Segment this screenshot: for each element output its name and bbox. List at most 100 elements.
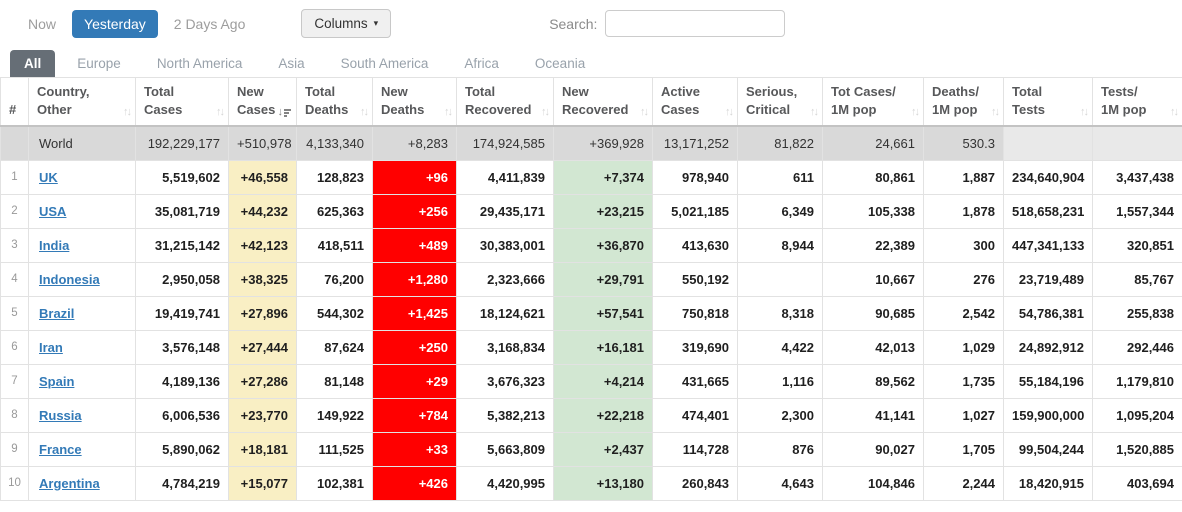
country-link[interactable]: Brazil (39, 306, 74, 321)
country-link[interactable]: UK (39, 170, 58, 185)
region-tab-south-america[interactable]: South America (327, 50, 443, 77)
column-header-new-recovered[interactable]: NewRecovered↑↓ (554, 78, 653, 127)
stat-cell: 41,141 (823, 398, 924, 432)
stat-cell: 90,685 (823, 296, 924, 330)
stat-cell: 1,179,810 (1093, 364, 1182, 398)
column-label: Serious, (746, 83, 797, 101)
stat-cell: 89,562 (823, 364, 924, 398)
stat-cell: 255,838 (1093, 296, 1182, 330)
time-tab-yesterday[interactable]: Yesterday (72, 10, 158, 38)
stat-cell: 55,184,196 (1004, 364, 1093, 398)
stat-cell: +57,541 (554, 296, 653, 330)
time-tab-group: NowYesterday2 Days Ago (16, 10, 261, 38)
stat-cell: 403,694 (1093, 466, 1182, 500)
column-header-total-deaths[interactable]: TotalDeaths↑↓ (297, 78, 373, 127)
stat-cell: +16,181 (554, 330, 653, 364)
stat-cell: 2,244 (924, 466, 1004, 500)
stat-cell: 22,389 (823, 228, 924, 262)
stat-cell: +1,425 (373, 296, 457, 330)
country-link[interactable]: Russia (39, 408, 82, 423)
stat-cell: +27,896 (229, 296, 297, 330)
stat-cell: 30,383,001 (457, 228, 554, 262)
country-cell: Indonesia (29, 262, 136, 296)
stat-cell: 750,818 (653, 296, 738, 330)
stat-cell: +13,180 (554, 466, 653, 500)
country-cell: World (29, 126, 136, 160)
stat-cell: 4,189,136 (136, 364, 229, 398)
stat-cell: 625,363 (297, 194, 373, 228)
column-header-total-tests[interactable]: TotalTests↑↓ (1004, 78, 1093, 127)
stat-cell: 99,504,244 (1004, 432, 1093, 466)
column-header-total-recovered[interactable]: TotalRecovered↑↓ (457, 78, 554, 127)
country-link[interactable]: India (39, 238, 69, 253)
country-link[interactable]: Iran (39, 340, 63, 355)
stat-cell: 1,887 (924, 160, 1004, 194)
time-tab-now[interactable]: Now (16, 10, 68, 38)
table-head: #Country,Other↑↓TotalCases↑↓NewCases↓Tot… (1, 78, 1182, 127)
column-header-tot-cases-1m-pop[interactable]: Tot Cases/1M pop↑↓ (823, 78, 924, 127)
time-tab-2-days-ago[interactable]: 2 Days Ago (162, 10, 258, 38)
column-header-total-cases[interactable]: TotalCases↑↓ (136, 78, 229, 127)
stat-cell: +489 (373, 228, 457, 262)
column-label: New (237, 83, 275, 101)
column-header-new-deaths[interactable]: NewDeaths↑↓ (373, 78, 457, 127)
region-tab-europe[interactable]: Europe (63, 50, 135, 77)
column-header-country-other[interactable]: Country,Other↑↓ (29, 78, 136, 127)
stat-cell: 5,663,809 (457, 432, 554, 466)
stat-cell: 24,661 (823, 126, 924, 160)
stat-cell: 18,124,621 (457, 296, 554, 330)
column-header-serious-critical[interactable]: Serious,Critical↑↓ (738, 78, 823, 127)
rank-cell: 6 (1, 330, 29, 364)
column-header-new-cases[interactable]: NewCases↓ (229, 78, 297, 127)
sort-toggle-icon: ↑↓ (808, 106, 817, 118)
search-input[interactable] (605, 10, 785, 37)
country-link[interactable]: Spain (39, 374, 74, 389)
stat-cell: 544,302 (297, 296, 373, 330)
table-row: 5Brazil19,419,741+27,896544,302+1,42518,… (1, 296, 1182, 330)
stat-cell: +784 (373, 398, 457, 432)
stat-cell: 102,381 (297, 466, 373, 500)
sort-toggle-icon: ↑↓ (638, 106, 647, 118)
stat-cell: 54,786,381 (1004, 296, 1093, 330)
country-link[interactable]: Argentina (39, 476, 100, 491)
region-tab-north-america[interactable]: North America (143, 50, 257, 77)
stat-cell: 192,229,177 (136, 126, 229, 160)
rank-cell: 9 (1, 432, 29, 466)
stat-cell: +8,283 (373, 126, 457, 160)
table-row: 8Russia6,006,536+23,770149,922+7845,382,… (1, 398, 1182, 432)
column-header-tests-1m-pop[interactable]: Tests/1M pop↑↓ (1093, 78, 1182, 127)
stat-cell: 80,861 (823, 160, 924, 194)
country-link[interactable]: USA (39, 204, 66, 219)
covid-stats-table: #Country,Other↑↓TotalCases↑↓NewCases↓Tot… (0, 77, 1182, 501)
stat-cell (1093, 126, 1182, 160)
country-link[interactable]: Indonesia (39, 272, 100, 287)
column-label: Tests (1012, 101, 1045, 119)
country-cell: USA (29, 194, 136, 228)
table-row: 4Indonesia2,950,058+38,32576,200+1,2802,… (1, 262, 1182, 296)
country-cell: Argentina (29, 466, 136, 500)
country-cell: France (29, 432, 136, 466)
stat-cell: 4,411,839 (457, 160, 554, 194)
search-label: Search: (549, 16, 597, 32)
column-label: Other (37, 101, 89, 119)
column-label: Recovered (562, 101, 628, 119)
columns-dropdown-button[interactable]: Columns ▾ (301, 9, 391, 38)
country-link[interactable]: France (39, 442, 82, 457)
column-label: Total (465, 83, 531, 101)
stat-cell: +46,558 (229, 160, 297, 194)
sort-toggle-icon: ↑↓ (442, 106, 451, 118)
column-header-deaths-1m-pop[interactable]: Deaths/1M pop↑↓ (924, 78, 1004, 127)
column-label: 1M pop (932, 101, 979, 119)
region-tab-asia[interactable]: Asia (264, 50, 318, 77)
stat-cell: +44,232 (229, 194, 297, 228)
region-tab-africa[interactable]: Africa (450, 50, 513, 77)
stat-cell: 2,950,058 (136, 262, 229, 296)
stat-cell: +510,978 (229, 126, 297, 160)
stat-cell: 1,520,885 (1093, 432, 1182, 466)
column-header-active-cases[interactable]: ActiveCases↑↓ (653, 78, 738, 127)
region-tab-oceania[interactable]: Oceania (521, 50, 599, 77)
sort-toggle-icon: ↑↓ (121, 106, 130, 118)
stat-cell: 4,643 (738, 466, 823, 500)
region-tab-all[interactable]: All (10, 50, 55, 77)
stat-cell: +7,374 (554, 160, 653, 194)
